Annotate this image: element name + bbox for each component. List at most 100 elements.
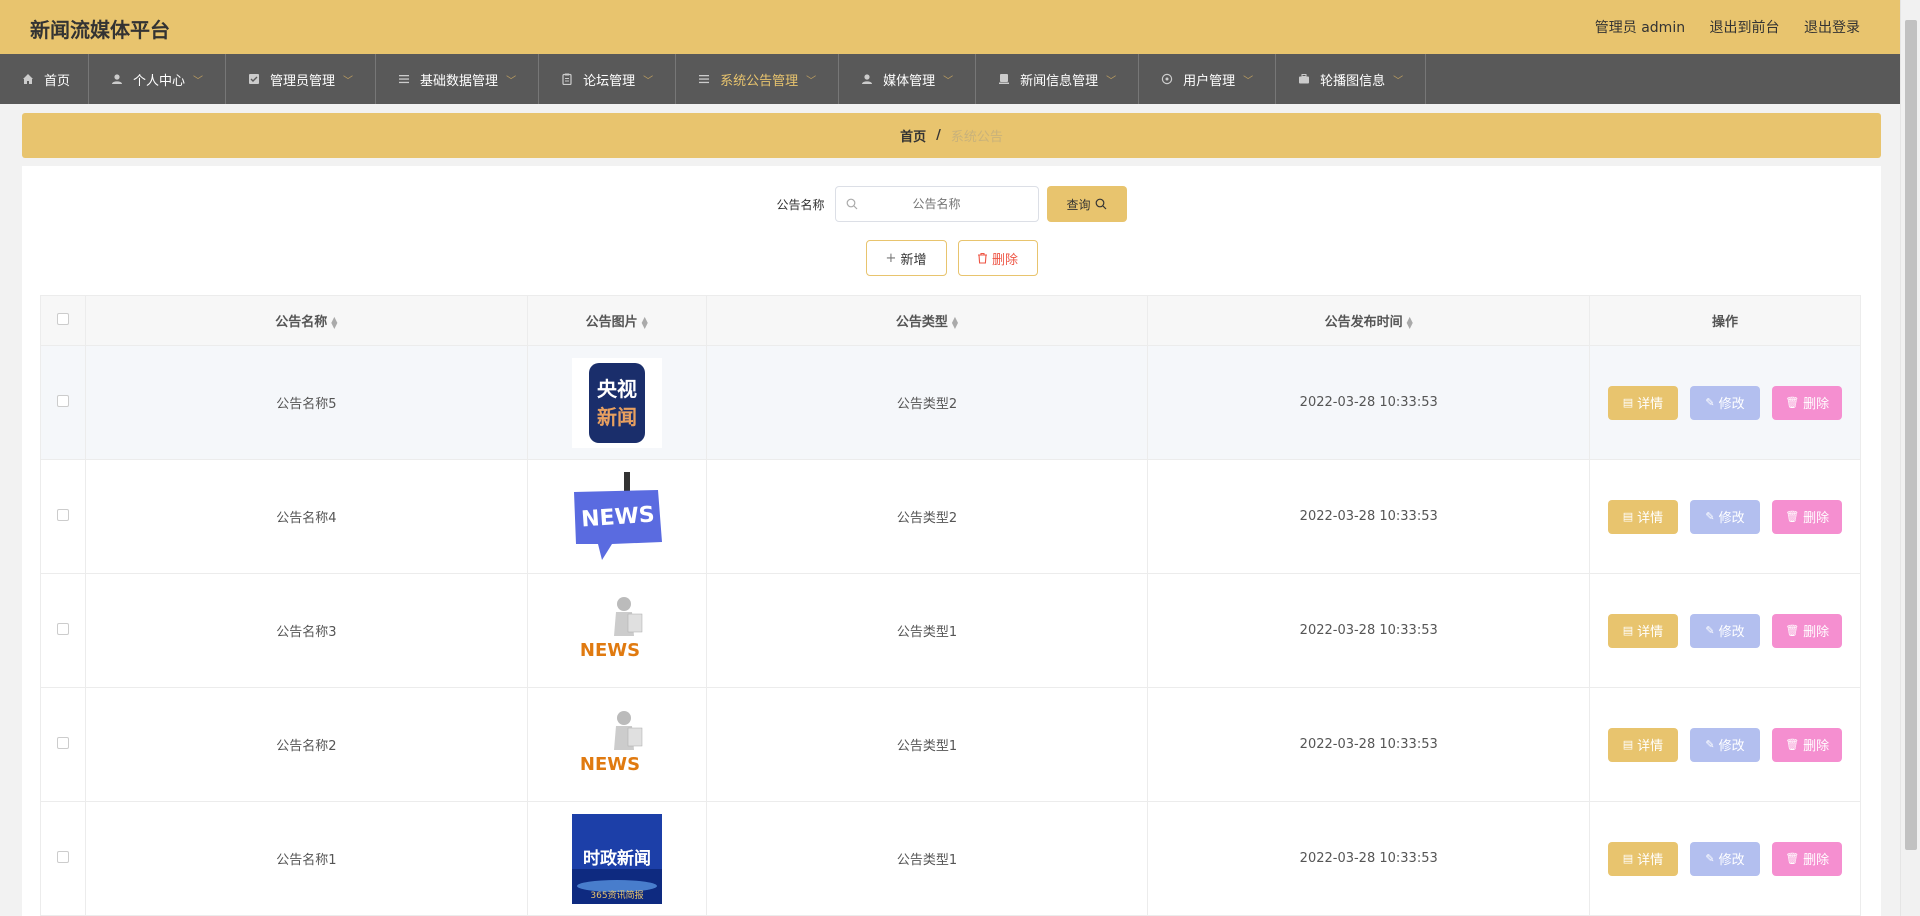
- detail-button[interactable]: ▤ 详情: [1607, 727, 1678, 762]
- notice-type-cell: 公告类型1: [705, 573, 1149, 688]
- select-all-checkbox[interactable]: [56, 312, 69, 325]
- nav-item-home[interactable]: 首页: [0, 54, 90, 104]
- row-checkbox[interactable]: [56, 622, 69, 635]
- column-label: 操作: [1712, 315, 1739, 330]
- column-header-name[interactable]: 公告名称 ▲ ▼: [84, 295, 528, 346]
- notice-time-cell: 2022-03-28 10:33:53: [1147, 345, 1591, 460]
- notice-name-cell: 公告名称5: [84, 345, 528, 460]
- cctv-logo-top: 央视: [597, 377, 637, 401]
- detail-label: 详情: [1637, 397, 1664, 412]
- detail-button[interactable]: ▤ 详情: [1607, 385, 1678, 420]
- row-select-cell: [40, 345, 86, 460]
- detail-button[interactable]: ▤ 详情: [1607, 613, 1678, 648]
- edit-button[interactable]: ✎ 修改: [1690, 385, 1761, 420]
- column-header-type[interactable]: 公告类型 ▲ ▼: [705, 295, 1149, 346]
- news-figure-image: NEWS: [571, 585, 662, 676]
- nav-label: 用户管理: [1183, 73, 1236, 89]
- nav-label: 轮播图信息: [1320, 73, 1386, 89]
- detail-label: 详情: [1637, 739, 1664, 754]
- row-checkbox[interactable]: [56, 394, 69, 407]
- chevron-down-icon: ﹀: [1106, 75, 1117, 87]
- nav-item-forum[interactable]: 论坛管理 ﹀: [539, 54, 677, 104]
- notice-image-cell: 央视 新闻: [526, 345, 707, 460]
- action-bar: + 新增 删除: [22, 240, 1881, 276]
- nav-item-news-info[interactable]: 新闻信息管理 ﹀: [976, 54, 1140, 104]
- breadcrumb-home[interactable]: 首页: [900, 126, 926, 145]
- edit-button[interactable]: ✎ 修改: [1690, 499, 1761, 534]
- plus-icon: +: [885, 250, 897, 266]
- search-bar: 公告名称 查询: [22, 186, 1881, 222]
- page-scrollbar[interactable]: [1900, 0, 1920, 916]
- notice-image-cell: NEWS: [526, 459, 707, 574]
- notice-time-cell: 2022-03-28 10:33:53: [1147, 573, 1591, 688]
- row-checkbox[interactable]: [56, 508, 69, 521]
- nav-label: 媒体管理: [883, 73, 936, 89]
- batch-delete-button[interactable]: 删除: [957, 240, 1038, 276]
- admin-user-label[interactable]: 管理员 admin: [1595, 20, 1685, 36]
- nav-item-personal-center[interactable]: 个人中心 ﹀: [89, 54, 227, 104]
- pencil-icon: ✎: [1705, 738, 1715, 751]
- row-checkbox[interactable]: [56, 850, 69, 863]
- breadcrumb: 首页 / 系统公告: [22, 113, 1881, 158]
- delete-button[interactable]: 🗑 删除: [1772, 841, 1843, 876]
- sort-icon[interactable]: ▲ ▼: [331, 315, 337, 329]
- trash-icon: 🗑: [1785, 852, 1800, 865]
- edit-button[interactable]: ✎ 修改: [1690, 613, 1761, 648]
- user-icon: [862, 74, 873, 84]
- table-row: 公告名称2 NEWS 公告类型1 2022-03-28 10:33:53 ▤ 详情…: [40, 687, 1861, 802]
- add-button[interactable]: + 新增: [865, 240, 947, 276]
- nav-item-media[interactable]: 媒体管理 ﹀: [839, 54, 977, 104]
- detail-label: 详情: [1637, 853, 1664, 868]
- delete-button[interactable]: 🗑 删除: [1772, 727, 1843, 762]
- delete-button[interactable]: 🗑 删除: [1772, 613, 1843, 648]
- delete-label: 删除: [1803, 511, 1830, 526]
- sort-icon[interactable]: ▲ ▼: [1407, 315, 1413, 329]
- edit-button[interactable]: ✎ 修改: [1690, 727, 1761, 762]
- gear-icon: [1161, 73, 1173, 85]
- column-label: 公告发布时间: [1324, 315, 1403, 330]
- news-sign-image: NEWS: [571, 471, 662, 562]
- logout-link[interactable]: 退出登录: [1804, 20, 1860, 36]
- search-field[interactable]: [834, 186, 1039, 222]
- trash-icon: 🗑: [1785, 510, 1800, 523]
- delete-button[interactable]: 🗑 删除: [1772, 499, 1843, 534]
- row-checkbox[interactable]: [56, 736, 69, 749]
- delete-button[interactable]: 🗑 删除: [1772, 385, 1843, 420]
- document-icon: ▤: [1622, 738, 1634, 751]
- scrollbar-thumb[interactable]: [1905, 20, 1917, 850]
- top-links: 管理员 admin 退出到前台 退出登录: [1575, 17, 1860, 37]
- delete-label: 删除: [1803, 739, 1830, 754]
- sort-icon[interactable]: ▲ ▼: [642, 315, 648, 329]
- column-label: 公告类型: [895, 315, 948, 330]
- main-nav: 首页 个人中心 ﹀ 管理员管理 ﹀ 基础数据管理 ﹀ 论坛管理 ﹀ 系统公告管理 ﹀ 媒体…: [0, 54, 1900, 104]
- detail-button[interactable]: ▤ 详情: [1607, 841, 1678, 876]
- detail-button[interactable]: ▤ 详情: [1607, 499, 1678, 534]
- search-label: 公告名称: [776, 197, 825, 212]
- nav-item-basic-data[interactable]: 基础数据管理 ﹀: [376, 54, 540, 104]
- nav-item-system-notice[interactable]: 系统公告管理 ﹀: [676, 54, 840, 104]
- nav-item-user-management[interactable]: 用户管理 ﹀: [1139, 54, 1277, 104]
- ops-cell: ▤ 详情 ✎ 修改 🗑 删除: [1589, 573, 1861, 688]
- nav-item-carousel[interactable]: 轮播图信息 ﹀: [1276, 54, 1427, 104]
- column-header-image[interactable]: 公告图片 ▲ ▼: [526, 295, 707, 346]
- table-row: 公告名称5 央视 新闻 公告类型2 2022-03-28 10:33:53 ▤ 详…: [40, 345, 1861, 460]
- edit-label: 修改: [1718, 853, 1745, 868]
- edit-button[interactable]: ✎ 修改: [1690, 841, 1761, 876]
- notice-table: 公告名称 ▲ ▼ 公告图片 ▲ ▼ 公告类型 ▲ ▼ 公告发布时间 ▲ ▼ 操作 公告名称5 央…: [40, 295, 1861, 916]
- notice-image-cell: NEWS: [526, 573, 707, 688]
- chevron-down-icon: ﹀: [506, 75, 517, 87]
- column-header-time[interactable]: 公告发布时间 ▲ ▼: [1147, 295, 1591, 346]
- sort-icon[interactable]: ▲ ▼: [952, 315, 958, 329]
- column-label: 公告名称: [275, 315, 328, 330]
- ops-cell: ▤ 详情 ✎ 修改 🗑 删除: [1589, 801, 1861, 916]
- ops-cell: ▤ 详情 ✎ 修改 🗑 删除: [1589, 687, 1861, 802]
- news-figure-text: NEWS: [580, 754, 640, 775]
- search-input[interactable]: [835, 187, 1038, 221]
- delete-label: 删除: [1803, 397, 1830, 412]
- chevron-down-icon: ﹀: [343, 75, 354, 87]
- pencil-icon: ✎: [1705, 510, 1715, 523]
- search-button[interactable]: 查询: [1046, 186, 1127, 222]
- exit-to-front-link[interactable]: 退出到前台: [1710, 20, 1780, 36]
- nav-item-admin-management[interactable]: 管理员管理 ﹀: [226, 54, 377, 104]
- menu-icon: [399, 75, 410, 84]
